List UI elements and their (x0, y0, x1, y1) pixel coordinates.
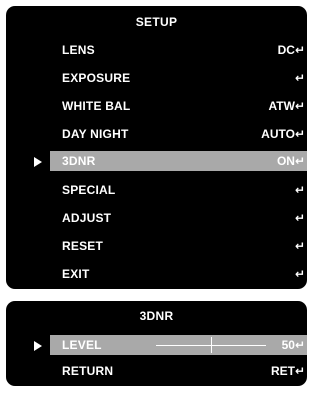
enter-icon: ↵ (294, 267, 305, 281)
menu-item-label: 3DNR (62, 154, 96, 168)
enter-icon: ↵ (294, 211, 305, 225)
enter-icon: ↵ (294, 183, 305, 197)
menu-item-label: RESET (62, 239, 104, 253)
menu-item-label: WHITE BAL (62, 99, 131, 113)
menu-item-value-text: DC (277, 43, 295, 57)
menu-item-value: AUTO ↵ (261, 127, 305, 141)
menu-item-3dnr[interactable]: 3DNR ON ↵ (6, 151, 307, 171)
submenu-item-level[interactable]: LEVEL 50 ↵ (6, 335, 307, 355)
enter-icon: ↵ (294, 99, 305, 113)
menu-item-value-text: AUTO (261, 127, 295, 141)
menu-item-label: EXPOSURE (62, 71, 131, 85)
enter-icon: ↵ (294, 127, 305, 141)
menu-item-value: ↵ (295, 211, 305, 225)
enter-icon: ↵ (294, 71, 305, 85)
menu-item-white-bal[interactable]: WHITE BAL ATW ↵ (6, 96, 307, 116)
menu-item-special[interactable]: SPECIAL ↵ (6, 180, 307, 200)
menu-item-reset[interactable]: RESET ↵ (6, 236, 307, 256)
menu-item-value: ↵ (295, 183, 305, 197)
menu-item-value: ON ↵ (277, 154, 305, 168)
play-triangle-icon (34, 157, 42, 167)
menu-item-value: ATW ↵ (269, 99, 306, 113)
menu-item-value-text: ON (276, 154, 295, 168)
menu-item-value: DC ↵ (278, 43, 305, 57)
play-triangle-icon (34, 341, 42, 351)
level-value-text: 50 (281, 338, 295, 352)
menu-item-label: SPECIAL (62, 183, 116, 197)
enter-icon: ↵ (294, 338, 305, 352)
menu-item-lens[interactable]: LENS DC ↵ (6, 40, 307, 60)
setup-menu-panel: SETUP LENS DC ↵ EXPOSURE ↵ WHITE BAL ATW ↵… (6, 6, 307, 289)
menu-item-value-text: ATW (268, 99, 295, 113)
menu-item-value: ↵ (295, 267, 305, 281)
level-slider-thumb[interactable] (211, 337, 212, 353)
3dnr-submenu-panel: 3DNR LEVEL 50 ↵ RETURN RET ↵ (6, 301, 307, 386)
return-value-text: RET (270, 364, 295, 378)
submenu-item-label: LEVEL (62, 338, 102, 352)
setup-menu-title: SETUP (135, 15, 178, 29)
menu-item-value: ↵ (295, 239, 305, 253)
menu-item-day-night[interactable]: DAY NIGHT AUTO ↵ (6, 124, 307, 144)
menu-item-label: DAY NIGHT (62, 127, 129, 141)
enter-icon: ↵ (294, 364, 305, 378)
menu-item-value: ↵ (295, 71, 305, 85)
submenu-item-value: RET ↵ (271, 364, 305, 378)
menu-item-label: ADJUST (62, 211, 112, 225)
menu-item-exposure[interactable]: EXPOSURE ↵ (6, 68, 307, 88)
menu-item-label: LENS (62, 43, 95, 57)
enter-icon: ↵ (294, 43, 305, 57)
submenu-item-label: RETURN (62, 364, 114, 378)
submenu-item-value: 50 ↵ (282, 338, 305, 352)
submenu-item-return[interactable]: RETURN RET ↵ (6, 361, 307, 381)
enter-icon: ↵ (294, 239, 305, 253)
menu-item-label: EXIT (62, 267, 90, 281)
menu-item-adjust[interactable]: ADJUST ↵ (6, 208, 307, 228)
enter-icon: ↵ (294, 154, 305, 168)
menu-item-exit[interactable]: EXIT ↵ (6, 264, 307, 284)
submenu-title: 3DNR (139, 309, 174, 323)
